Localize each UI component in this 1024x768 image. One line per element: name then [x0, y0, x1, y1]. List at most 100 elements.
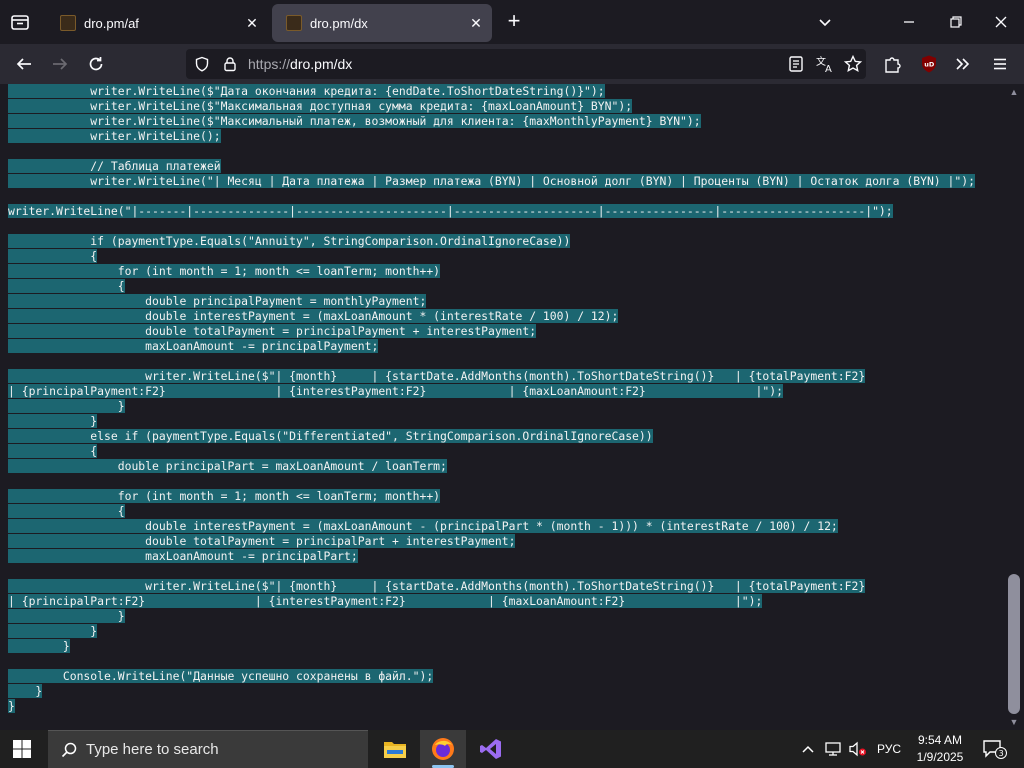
- code-line-text: maxLoanAmount -= principalPart;: [8, 549, 358, 563]
- code-line-text: maxLoanAmount -= principalPayment;: [8, 339, 379, 353]
- code-line: {: [8, 249, 975, 264]
- extensions-puzzle-icon[interactable]: [880, 52, 904, 76]
- code-line-text: double interestPayment = (maxLoanAmount …: [8, 519, 838, 533]
- code-line: }: [8, 609, 975, 624]
- tab-list-icon[interactable]: [8, 10, 32, 34]
- code-line-text: double principalPart = maxLoanAmount / l…: [8, 459, 447, 473]
- code-line: writer.WriteLine($"Максимальный платеж, …: [8, 114, 975, 129]
- code-line-text: double interestPayment = (maxLoanAmount …: [8, 309, 619, 323]
- code-block[interactable]: writer.WriteLine($"Дата окончания кредит…: [8, 84, 975, 714]
- favicon-icon: [60, 15, 76, 31]
- tab-title: dro.pm/dx: [310, 15, 368, 31]
- scrollbar-thumb[interactable]: [1008, 574, 1020, 714]
- firefox-taskbar-icon[interactable]: [420, 730, 466, 768]
- code-line-text: writer.WriteLine($"Максимальная доступна…: [8, 99, 633, 113]
- network-icon[interactable]: [824, 730, 844, 768]
- code-line-text: }: [8, 414, 98, 428]
- volume-muted-icon[interactable]: [848, 730, 868, 768]
- code-line-text: }: [8, 684, 43, 698]
- page-content: writer.WriteLine($"Дата окончания кредит…: [0, 84, 1024, 730]
- code-line-text: }: [8, 624, 98, 638]
- restore-icon[interactable]: [943, 10, 967, 34]
- clock-date: 1/9/2025: [916, 750, 964, 764]
- code-line: }: [8, 624, 975, 639]
- code-line-text: writer.WriteLine("|-------|-------------…: [8, 204, 893, 218]
- svg-text:A: A: [825, 64, 832, 74]
- code-line: }: [8, 414, 975, 429]
- code-line-text: for (int month = 1; month <= loanTerm; m…: [8, 489, 441, 503]
- lock-icon[interactable]: [222, 56, 238, 72]
- system-clock[interactable]: 9:54 AM 1/9/2025: [900, 732, 980, 766]
- url-host: dro.pm/dx: [290, 56, 353, 72]
- hamburger-menu-icon[interactable]: [988, 52, 1012, 76]
- url-scheme: https://: [248, 56, 291, 72]
- code-line-text: }: [8, 699, 15, 713]
- overflow-menu-icon[interactable]: [951, 52, 975, 76]
- close-tab-icon[interactable]: ✕: [244, 15, 260, 31]
- tab-dro-pm-dx[interactable]: dro.pm/dx ✕: [272, 4, 492, 42]
- code-line: {: [8, 444, 975, 459]
- code-line: writer.WriteLine("|-------|-------------…: [8, 204, 975, 219]
- code-line: double totalPayment = principalPart + in…: [8, 534, 975, 549]
- ublock-badge-text: uD: [924, 61, 935, 69]
- tab-overflow-chevron-icon[interactable]: [813, 10, 837, 34]
- code-line: if (paymentType.Equals("Annuity", String…: [8, 234, 975, 249]
- code-line-text: // Таблица платежей: [8, 159, 221, 173]
- translate-icon[interactable]: 文A: [813, 52, 837, 76]
- code-line: double principalPart = maxLoanAmount / l…: [8, 459, 975, 474]
- scroll-down-arrow-icon[interactable]: ▼: [1008, 716, 1020, 728]
- shield-icon[interactable]: [194, 56, 210, 72]
- code-line: for (int month = 1; month <= loanTerm; m…: [8, 264, 975, 279]
- code-line: writer.WriteLine($"Максимальная доступна…: [8, 99, 975, 114]
- code-line-text: writer.WriteLine("| Месяц | Дата платежа…: [8, 174, 975, 188]
- code-line-text: {: [8, 504, 125, 518]
- search-icon: [60, 741, 78, 759]
- ublock-origin-icon[interactable]: uD: [917, 52, 941, 76]
- reader-view-icon[interactable]: [784, 52, 808, 76]
- code-line-text: writer.WriteLine($"| {month} | {startDat…: [8, 369, 866, 383]
- language-label: РУС: [877, 742, 902, 756]
- code-line-text: double totalPayment = principalPayment +…: [8, 324, 537, 338]
- tab-dro-pm-af[interactable]: dro.pm/af ✕: [46, 4, 268, 42]
- navigation-toolbar: https://dro.pm/dx 文A uD: [0, 44, 1024, 84]
- close-tab-icon[interactable]: ✕: [468, 15, 484, 31]
- code-line: writer.WriteLine("| Месяц | Дата платежа…: [8, 174, 975, 189]
- code-line-text: {: [8, 249, 98, 263]
- code-line-text: }: [8, 639, 70, 653]
- code-line: | {principalPayment:F2} | {interestPayme…: [8, 384, 975, 399]
- code-line-text: for (int month = 1; month <= loanTerm; m…: [8, 264, 441, 278]
- notification-count: 3: [999, 749, 1004, 758]
- windows-start-icon[interactable]: [12, 739, 32, 759]
- code-line: else if (paymentType.Equals("Differentia…: [8, 429, 975, 444]
- code-line: }: [8, 639, 975, 654]
- scroll-up-arrow-icon[interactable]: ▲: [1008, 86, 1020, 98]
- code-line: Console.WriteLine("Данные успешно сохран…: [8, 669, 975, 684]
- notifications-icon[interactable]: 3: [982, 730, 1008, 768]
- forward-arrow-icon[interactable]: [48, 52, 72, 76]
- show-hidden-icons-chevron-icon[interactable]: [800, 730, 816, 768]
- new-tab-icon[interactable]: +: [502, 10, 526, 34]
- bookmark-star-icon[interactable]: [841, 52, 865, 76]
- visual-studio-icon[interactable]: [468, 730, 514, 768]
- code-line-text: writer.WriteLine($"Дата окончания кредит…: [8, 84, 605, 98]
- back-arrow-icon[interactable]: [12, 52, 36, 76]
- reload-icon[interactable]: [84, 52, 108, 76]
- file-explorer-icon[interactable]: [372, 730, 418, 768]
- close-window-icon[interactable]: [989, 10, 1013, 34]
- input-language-indicator[interactable]: РУС: [877, 730, 901, 768]
- code-line-text: double totalPayment = principalPart + in…: [8, 534, 516, 548]
- code-line: {: [8, 504, 975, 519]
- code-line: double totalPayment = principalPayment +…: [8, 324, 975, 339]
- address-bar[interactable]: https://dro.pm/dx: [186, 49, 866, 79]
- windows-taskbar: Type here to search РУС 9:54 AM 1/9/2025…: [0, 730, 1024, 768]
- code-line: }: [8, 399, 975, 414]
- minimize-icon[interactable]: [897, 10, 921, 34]
- code-line-text: Console.WriteLine("Данные успешно сохран…: [8, 669, 434, 683]
- search-placeholder: Type here to search: [86, 741, 219, 758]
- url-text[interactable]: https://dro.pm/dx: [248, 56, 352, 72]
- taskbar-search-box[interactable]: Type here to search: [48, 730, 368, 768]
- code-line: }: [8, 684, 975, 699]
